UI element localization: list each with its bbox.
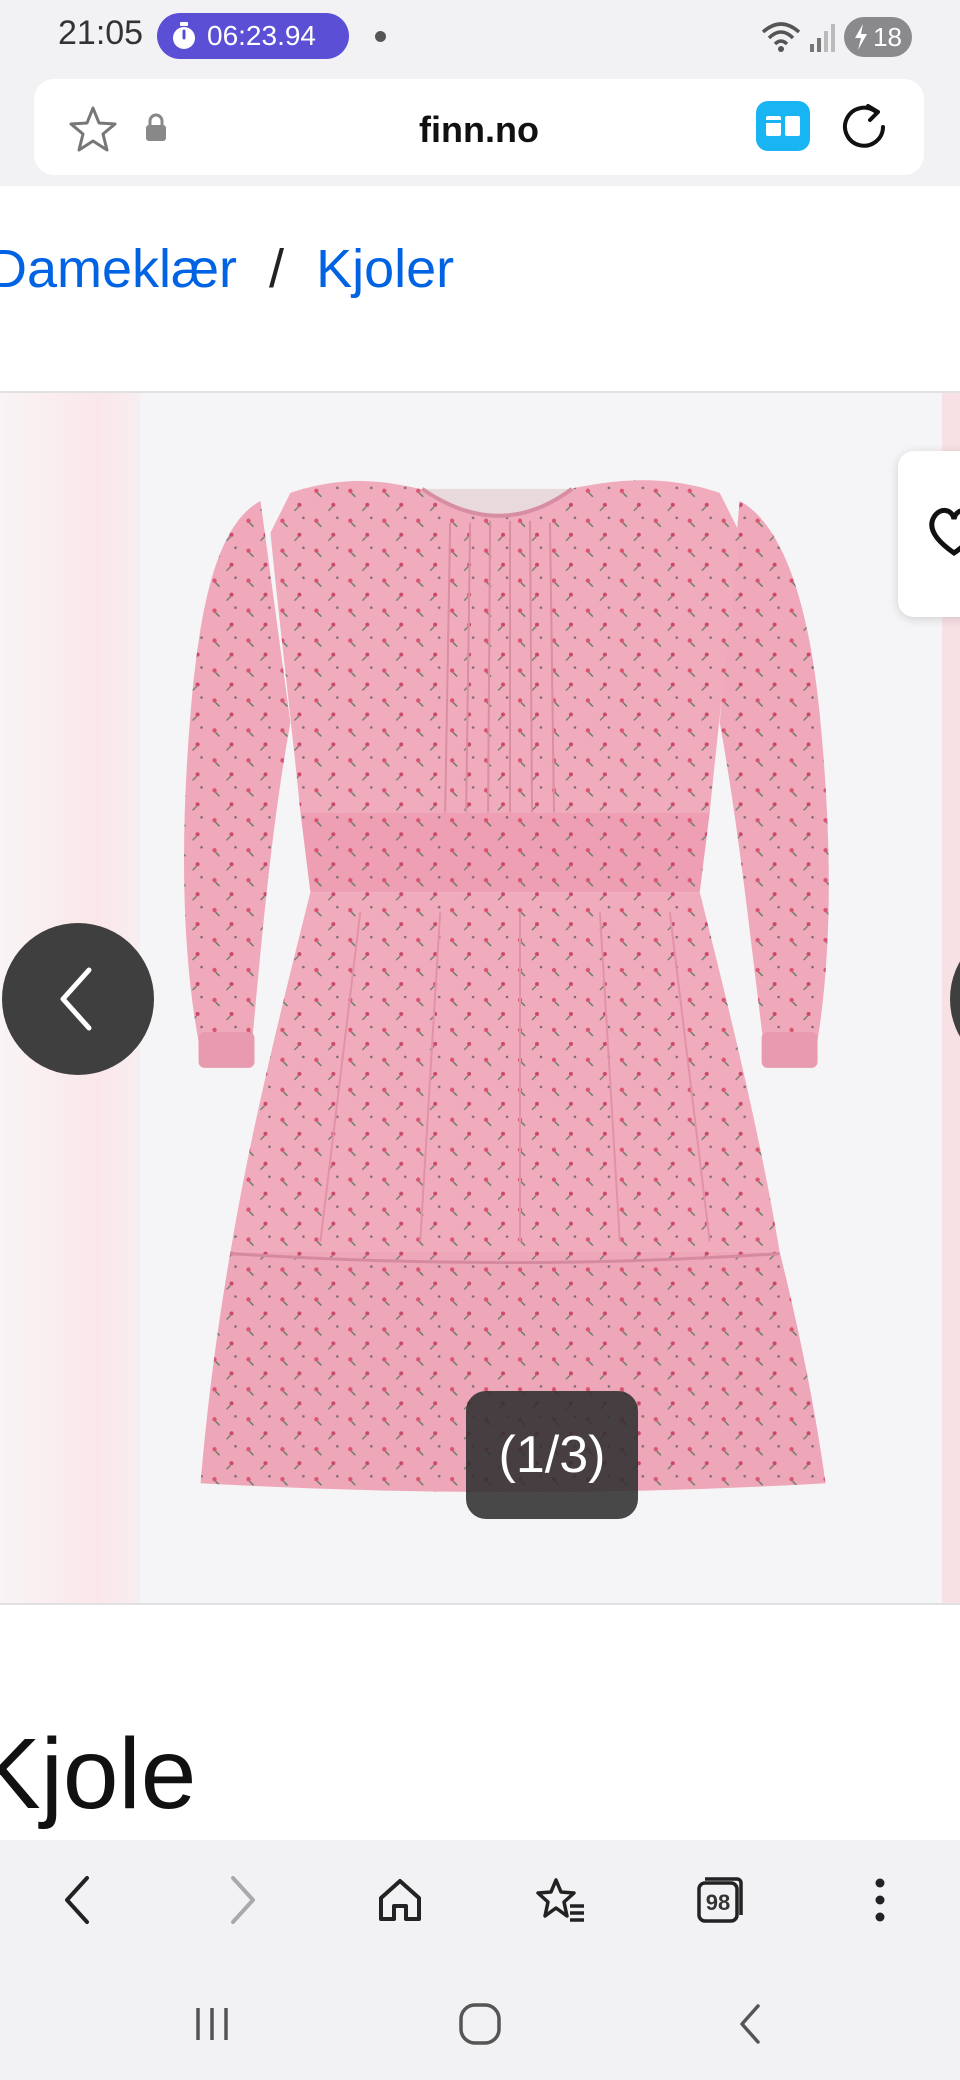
browser-bottom-toolbar: 98 [0, 1840, 960, 1960]
tabs-count: 98 [705, 1890, 731, 1915]
status-time: 21:05 [58, 14, 144, 52]
image-counter: (1/3) [466, 1391, 638, 1519]
previous-image-button[interactable] [2, 923, 154, 1075]
favorite-button[interactable] [898, 451, 960, 617]
more-menu-button[interactable] [850, 1870, 910, 1930]
bookmarks-button[interactable] [530, 1870, 590, 1930]
stopwatch-icon [173, 22, 195, 49]
timer-pill[interactable]: 06:23.94 [157, 13, 349, 59]
reader-mode-icon [766, 116, 800, 136]
forward-arrow-icon [231, 1876, 255, 1924]
browser-toolbar: finn.no [0, 74, 960, 186]
battery-icon: 18 [844, 17, 912, 57]
back-arrow-icon [65, 1876, 89, 1924]
forward-button[interactable] [212, 1870, 272, 1930]
timer-value: 06:23.94 [207, 20, 316, 51]
ad-title: Kjole [0, 1718, 197, 1830]
wifi-icon [761, 22, 801, 52]
chevron-left-icon [60, 967, 92, 1031]
more-icon [875, 1878, 885, 1922]
recent-apps-icon [196, 2008, 228, 2040]
notification-dot [375, 31, 386, 42]
home-circle-icon [459, 2003, 501, 2045]
breadcrumb-link-kjoler[interactable]: Kjoler [316, 239, 454, 299]
recent-apps-button[interactable] [182, 1994, 242, 2054]
system-back-icon [740, 2004, 760, 2044]
ad-header: Kjole [0, 1605, 960, 1840]
bookmarks-icon [536, 1878, 584, 1922]
breadcrumb-separator: / [269, 239, 285, 299]
charging-icon [855, 24, 868, 50]
signal-icon [810, 24, 835, 52]
reload-button[interactable] [840, 102, 890, 157]
image-gallery[interactable]: (1/3) [0, 393, 960, 1605]
breadcrumb: Dameklær / Kjoler [0, 186, 960, 393]
back-button[interactable] [48, 1870, 108, 1930]
tabs-button[interactable]: 98 [690, 1870, 750, 1930]
reader-mode-button[interactable] [756, 101, 810, 151]
system-home-button[interactable] [450, 1994, 510, 2054]
status-icons: 18 [760, 14, 912, 60]
battery-level: 18 [873, 21, 902, 52]
reload-icon [843, 104, 885, 148]
home-button[interactable] [370, 1870, 430, 1930]
address-bar[interactable]: finn.no [34, 79, 924, 175]
home-icon [379, 1879, 421, 1921]
status-bar: 21:05 06:23.94 18 [0, 0, 960, 74]
system-back-button[interactable] [720, 1994, 780, 2054]
system-navigation-bar [0, 1960, 960, 2080]
breadcrumb-link-dameklaer[interactable]: Dameklær [0, 239, 237, 299]
heart-icon [929, 508, 960, 557]
